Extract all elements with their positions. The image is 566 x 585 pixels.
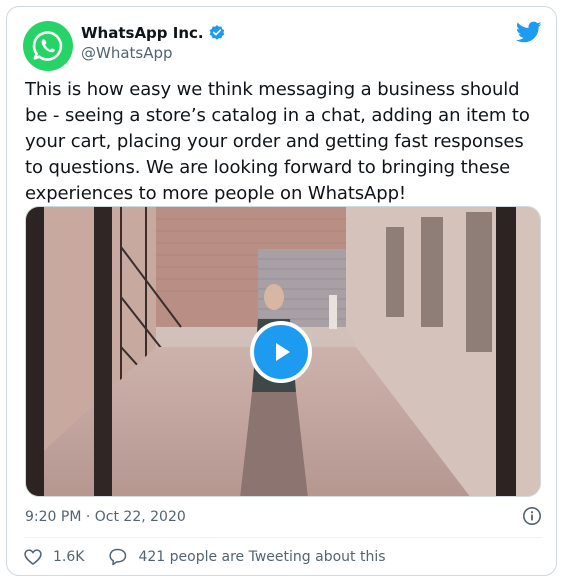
tweet-timestamp[interactable]: 9:20 PM · Oct 22, 2020: [25, 509, 186, 525]
author-handle[interactable]: @WhatsApp: [81, 44, 226, 62]
play-button[interactable]: [250, 321, 312, 383]
tweet-text: This is how easy we think messaging a bu…: [25, 79, 530, 204]
heart-icon: [24, 549, 42, 566]
tweeting-link[interactable]: 421 people are Tweeting about this: [108, 547, 386, 567]
video-player[interactable]: [25, 206, 541, 497]
speech-bubble-icon: [109, 548, 127, 566]
display-name-row: WhatsApp Inc.: [81, 24, 226, 42]
author-block[interactable]: WhatsApp Inc. @WhatsApp: [81, 24, 226, 62]
author-display-name[interactable]: WhatsApp Inc.: [81, 24, 204, 42]
play-icon: [276, 343, 290, 361]
like-button[interactable]: 1.6K: [23, 547, 84, 567]
tweet-actions: 1.6K 421 people are Tweeting about this: [23, 547, 410, 567]
whatsapp-logo-icon: [32, 31, 63, 61]
divider: [25, 537, 542, 538]
like-count: 1.6K: [53, 549, 85, 565]
tweet-card: WhatsApp Inc. @WhatsApp This is how easy…: [6, 6, 557, 576]
avatar[interactable]: [23, 21, 73, 71]
verified-badge-icon: [208, 24, 226, 42]
info-icon[interactable]: [522, 506, 542, 526]
twitter-bird-icon[interactable]: [515, 19, 542, 45]
tweeting-text: 421 people are Tweeting about this: [138, 549, 386, 565]
